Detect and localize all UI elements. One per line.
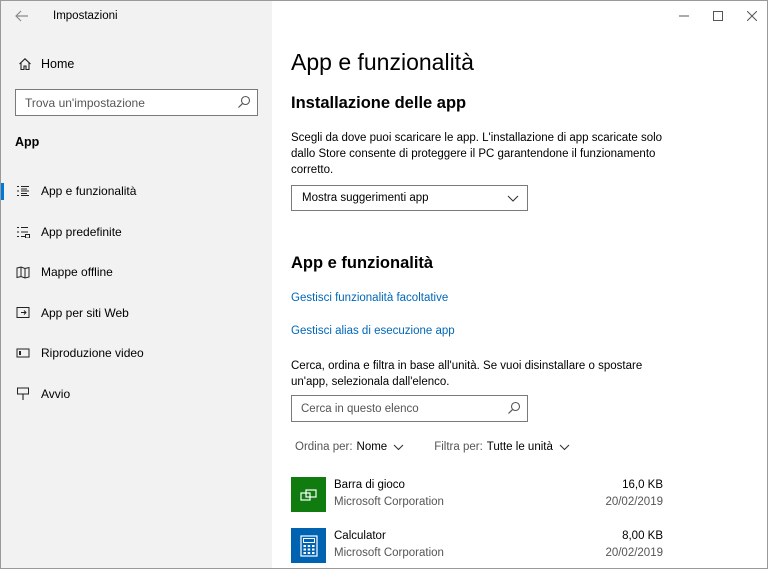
settings-search-box[interactable] xyxy=(15,89,258,116)
search-icon[interactable] xyxy=(237,95,251,114)
sidebar-item-label: Riproduzione video xyxy=(41,346,144,361)
sidebar-item-apps-websites[interactable]: App per siti Web xyxy=(1,293,272,334)
sidebar-item-label: App e funzionalità xyxy=(41,184,137,199)
app-size: 16,0 KB xyxy=(622,479,663,491)
chevron-down-icon xyxy=(393,444,404,451)
calculator-icon xyxy=(299,534,318,557)
sort-filter-bar: Ordina per: Nome Filtra per: Tutte le un… xyxy=(295,441,570,453)
chevron-down-icon xyxy=(507,195,519,202)
home-label: Home xyxy=(41,57,75,71)
execution-alias-link[interactable]: Gestisci alias di esecuzione app xyxy=(291,325,455,337)
app-size: 8,00 KB xyxy=(622,530,663,542)
sidebar-item-label: App predefinite xyxy=(41,224,122,239)
sidebar-item-label: Avvio xyxy=(41,386,71,401)
sidebar-item-video-playback[interactable]: Riproduzione video xyxy=(1,333,272,374)
video-playback-icon xyxy=(14,347,32,359)
back-arrow-icon xyxy=(15,10,28,22)
window-title: Impostazioni xyxy=(53,10,118,22)
sidebar-item-label: Mappe offline xyxy=(41,265,113,280)
sidebar-item-default-apps[interactable]: App predefinite xyxy=(1,212,272,253)
app-tile xyxy=(291,528,326,563)
title-bar: Impostazioni xyxy=(1,1,272,31)
apps-features-icon xyxy=(14,185,32,197)
app-list-search-box[interactable] xyxy=(291,395,528,422)
startup-icon xyxy=(14,387,32,401)
close-icon xyxy=(747,11,757,21)
search-icon[interactable] xyxy=(507,401,521,420)
list-description: Cerca, ordina e filtra in base all'unità… xyxy=(291,360,643,388)
sidebar-item-startup[interactable]: Avvio xyxy=(1,374,272,415)
app-list-item[interactable]: Barra di gioco Microsoft Corporation 16,… xyxy=(291,477,663,517)
main-content: App e funzionalità Installazione delle a… xyxy=(272,1,767,568)
apps-websites-icon xyxy=(14,306,32,319)
page-title: App e funzionalità xyxy=(291,49,474,75)
app-list-search-input[interactable] xyxy=(292,402,497,415)
app-publisher: Microsoft Corporation xyxy=(334,496,444,508)
game-bar-icon xyxy=(299,488,317,501)
sidebar-nav: App e funzionalità App predefinite Mappe… xyxy=(1,171,272,414)
back-button[interactable] xyxy=(1,1,43,31)
filter-label: Filtra per: xyxy=(434,441,483,453)
chevron-down-icon xyxy=(559,444,570,451)
sidebar-item-apps-features[interactable]: App e funzionalità xyxy=(1,171,272,212)
sidebar-item-home[interactable]: Home xyxy=(1,51,272,77)
optional-features-link[interactable]: Gestisci funzionalità facoltative xyxy=(291,292,448,304)
settings-window: Impostazioni Home App App e funzionalità xyxy=(0,0,768,569)
filter-value: Tutte le unità xyxy=(486,441,553,453)
sort-control[interactable]: Ordina per: Nome xyxy=(295,441,404,453)
settings-search-input[interactable] xyxy=(16,95,226,110)
features-heading: App e funzionalità xyxy=(291,254,434,272)
app-date: 20/02/2019 xyxy=(605,496,663,508)
section-label: App xyxy=(15,135,40,149)
dropdown-value: Mostra suggerimenti app xyxy=(302,192,429,204)
app-name: Barra di gioco xyxy=(334,479,405,491)
window-controls xyxy=(667,1,767,31)
install-source-dropdown[interactable]: Mostra suggerimenti app xyxy=(291,185,528,211)
sort-value: Nome xyxy=(356,441,388,453)
minimize-button[interactable] xyxy=(667,1,701,31)
sidebar-item-label: App per siti Web xyxy=(41,305,129,320)
app-name: Calculator xyxy=(334,530,386,542)
sidebar-item-offline-maps[interactable]: Mappe offline xyxy=(1,252,272,293)
filter-control[interactable]: Filtra per: Tutte le unità xyxy=(434,441,570,453)
sidebar: Impostazioni Home App App e funzionalità xyxy=(1,1,272,568)
close-button[interactable] xyxy=(735,1,767,31)
sort-label: Ordina per: xyxy=(295,441,353,453)
app-tile xyxy=(291,477,326,512)
app-publisher: Microsoft Corporation xyxy=(334,547,444,559)
home-icon xyxy=(13,57,37,71)
maximize-icon xyxy=(713,11,723,21)
install-heading: Installazione delle app xyxy=(291,94,467,112)
default-apps-icon xyxy=(14,226,32,238)
app-date: 20/02/2019 xyxy=(605,547,663,559)
minimize-icon xyxy=(679,15,689,17)
offline-maps-icon xyxy=(14,266,32,279)
install-description: Scegli da dove puoi scaricare le app. L'… xyxy=(291,132,663,176)
app-list-item[interactable]: Calculator Microsoft Corporation 8,00 KB… xyxy=(291,528,663,568)
maximize-button[interactable] xyxy=(701,1,735,31)
